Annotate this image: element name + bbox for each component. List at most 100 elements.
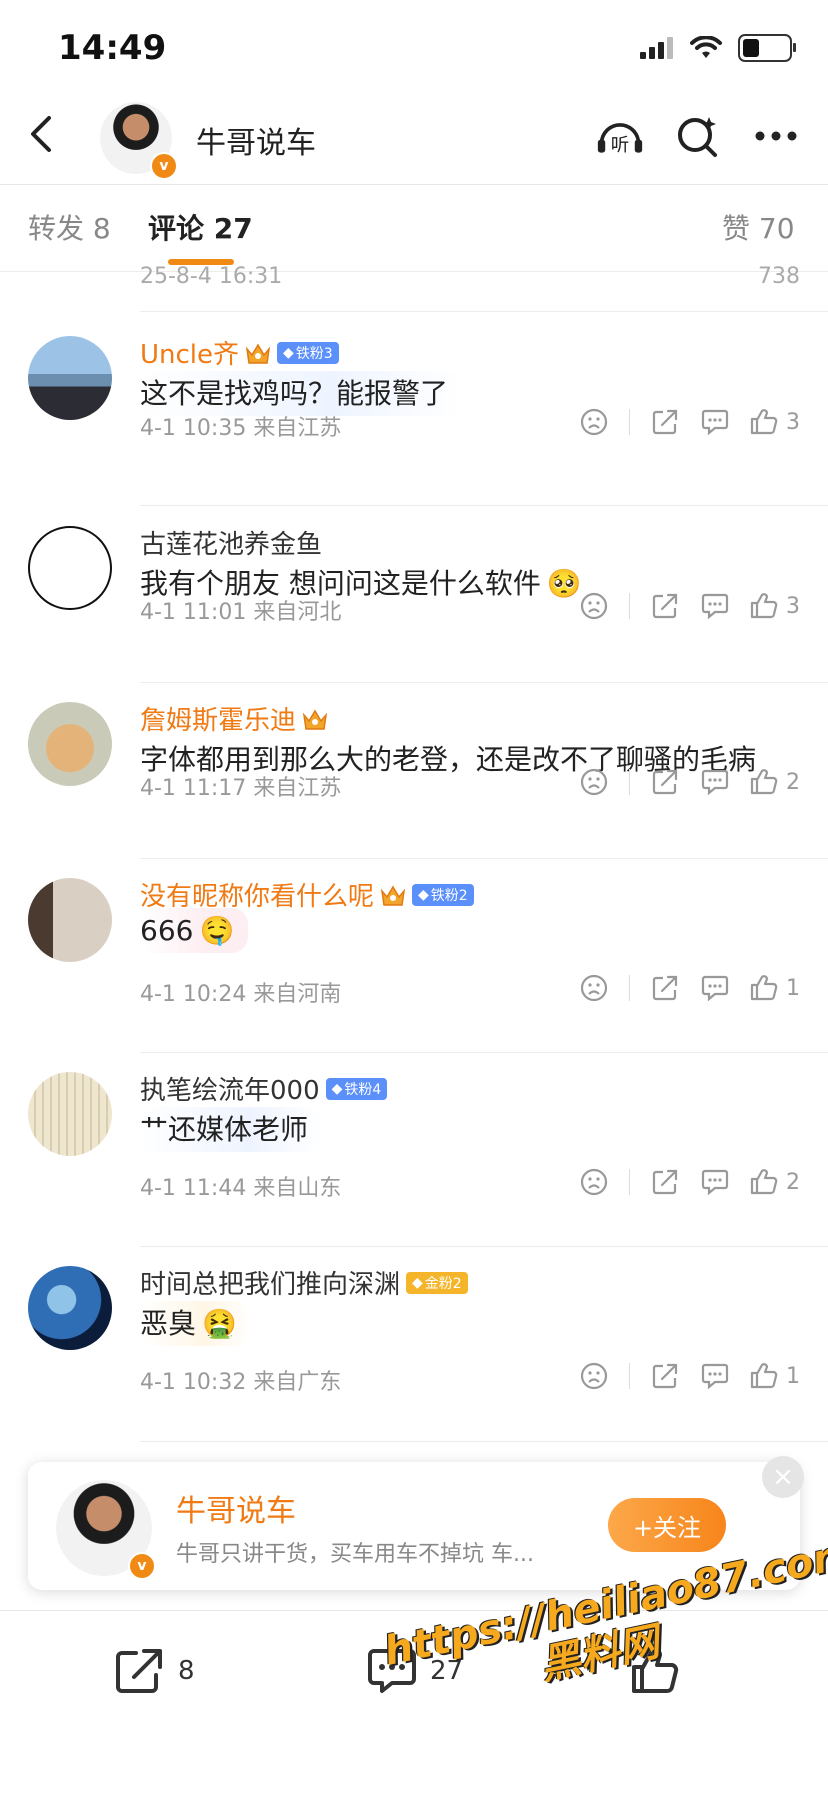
tab-likes[interactable]: 赞 70 <box>722 207 795 247</box>
comment-item[interactable]: 詹姆斯霍乐迪 字体都用到那么大的老登，还是改不了聊骚的毛病 4-1 11:17 来自… <box>0 684 828 859</box>
back-button[interactable] <box>18 110 66 158</box>
thumbs-up-icon <box>750 975 778 1001</box>
like-button[interactable]: 2 <box>750 1164 800 1200</box>
like-button[interactable]: 2 <box>750 764 800 800</box>
dislike-button[interactable] <box>569 1164 619 1200</box>
tab-repost[interactable]: 转发 8 <box>28 207 111 247</box>
comment-meta: 4-1 10:32 来自广东 <box>140 1370 342 1395</box>
comment-meta: 4-1 11:44 来自山东 <box>140 1176 342 1201</box>
frown-icon <box>580 1168 608 1196</box>
like-count: 738 <box>758 264 800 289</box>
like-button[interactable]: 3 <box>750 588 800 624</box>
comment-actions: 3 <box>569 588 800 624</box>
comment-text[interactable]: 666 🤤 <box>140 908 249 953</box>
header: v 牛哥说车 听 <box>0 90 828 185</box>
share-icon <box>652 1363 678 1389</box>
share-button[interactable] <box>640 764 690 800</box>
separator <box>629 1169 630 1195</box>
comment-icon <box>701 409 729 435</box>
close-button[interactable]: × <box>762 1456 804 1498</box>
search-button[interactable] <box>674 112 722 160</box>
commenter-avatar[interactable] <box>28 1266 112 1350</box>
dislike-button[interactable] <box>569 764 619 800</box>
comment-icon <box>701 1169 729 1195</box>
status-icons <box>640 34 796 62</box>
like-button[interactable]: 1 <box>750 1358 800 1394</box>
like-count: 1 <box>786 975 800 1001</box>
tab-comments[interactable]: 评论 27 <box>148 207 253 247</box>
emoji: 🤤 <box>199 914 235 947</box>
commenter-avatar[interactable] <box>28 336 112 420</box>
dislike-button[interactable] <box>569 404 619 440</box>
thumbs-up-icon <box>750 769 778 795</box>
dislike-button[interactable] <box>569 970 619 1006</box>
share-button[interactable] <box>640 1164 690 1200</box>
share-icon <box>116 1649 162 1693</box>
fan-badge-label: 铁粉2 <box>430 887 468 904</box>
comment-text[interactable]: 这不是找鸡吗？能报警了 <box>140 371 463 416</box>
frown-icon <box>580 592 608 620</box>
like-count: 2 <box>786 769 800 795</box>
diamond-icon: ◆ <box>418 886 429 903</box>
follow-button[interactable]: +关注 <box>608 1498 726 1552</box>
commenter-name[interactable]: 古莲花池养金鱼 <box>140 524 322 561</box>
commenter-name[interactable]: 执笔绘流年000 ◆ 铁粉4 <box>140 1070 388 1107</box>
comment-text[interactable]: 恶臭 🤮 <box>140 1301 251 1346</box>
commenter-avatar[interactable] <box>28 1072 112 1156</box>
reply-button[interactable] <box>690 764 740 800</box>
follow-card-description: 牛哥只讲干货，买车用车不掉坑 车... <box>176 1542 534 1567</box>
share-button[interactable] <box>640 588 690 624</box>
emoji: 🤮 <box>202 1307 237 1340</box>
like-button[interactable]: 1 <box>750 970 800 1006</box>
truncated-comment: 25-8-4 16:31 738 <box>140 264 800 289</box>
commenter-avatar[interactable] <box>28 702 112 786</box>
comment-icon <box>701 769 729 795</box>
comment-text-content: 恶臭 <box>140 1307 197 1340</box>
comment-item[interactable]: Uncle齐 ◆ 铁粉3 这不是找鸡吗？能报警了 4-1 10:35 来自江苏 3 <box>0 312 828 506</box>
comment-text-content: 这不是找鸡吗？能报警了 <box>140 377 449 410</box>
reply-button[interactable] <box>690 588 740 624</box>
frown-icon <box>580 974 608 1002</box>
reply-button[interactable] <box>690 404 740 440</box>
comment-meta: 4-1 11:17 来自江苏 <box>140 776 342 801</box>
chevron-left-icon <box>31 116 51 152</box>
comment-item[interactable]: 没有昵称你看什么呢 ◆ 铁粉2 666 🤤 4-1 10:24 来自河南 1 <box>0 860 828 1053</box>
fan-badge[interactable]: ◆ 金粉2 <box>406 1271 468 1294</box>
fan-badge[interactable]: ◆ 铁粉2 <box>412 883 474 906</box>
comment-text[interactable]: 艹还媒体老师 <box>140 1107 323 1152</box>
commenter-avatar[interactable] <box>28 526 112 610</box>
reply-button[interactable] <box>690 970 740 1006</box>
reply-button[interactable] <box>690 1358 740 1394</box>
share-button[interactable] <box>640 1358 690 1394</box>
dislike-button[interactable] <box>569 588 619 624</box>
divider <box>140 858 828 859</box>
listen-label: 听 <box>611 135 629 156</box>
listen-button[interactable]: 听 <box>596 112 644 160</box>
like-button[interactable]: 3 <box>750 404 800 440</box>
comment-item[interactable]: 古莲花池养金鱼 我有个朋友 想问问这是什么软件 🥺 4-1 11:01 来自河北 3 <box>0 508 828 683</box>
author-name[interactable]: 牛哥说车 <box>196 118 316 162</box>
fan-badge-label: 金粉2 <box>424 1275 462 1292</box>
share-button[interactable] <box>640 970 690 1006</box>
comment-icon <box>701 1363 729 1389</box>
commenter-avatar[interactable] <box>28 878 112 962</box>
comment-item[interactable]: 执笔绘流年000 ◆ 铁粉4 艹还媒体老师 4-1 11:44 来自山东 2 <box>0 1054 828 1247</box>
reply-button[interactable] <box>690 1164 740 1200</box>
follow-card-name[interactable]: 牛哥说车 <box>176 1486 296 1530</box>
comment-icon <box>701 593 729 619</box>
like-count: 1 <box>786 1363 800 1389</box>
commenter-name[interactable]: 时间总把我们推向深渊 ◆ 金粉2 <box>140 1264 468 1301</box>
share-button[interactable] <box>640 404 690 440</box>
commenter-name-text: 执笔绘流年000 <box>140 1076 320 1106</box>
commenter-name[interactable]: Uncle齐 ◆ 铁粉3 <box>140 334 339 371</box>
fan-badge[interactable]: ◆ 铁粉4 <box>325 1077 388 1100</box>
fan-badge[interactable]: ◆ 铁粉3 <box>277 341 339 364</box>
share-icon <box>652 975 678 1001</box>
comment-item[interactable]: 时间总把我们推向深渊 ◆ 金粉2 恶臭 🤮 4-1 10:32 来自广东 1 <box>0 1248 828 1442</box>
dislike-button[interactable] <box>569 1358 619 1394</box>
repost-action[interactable]: 8 <box>114 1647 195 1695</box>
frown-icon <box>580 1362 608 1390</box>
more-button[interactable] <box>752 112 800 160</box>
commenter-name[interactable]: 詹姆斯霍乐迪 <box>140 700 328 737</box>
repost-count: 8 <box>178 1656 195 1686</box>
